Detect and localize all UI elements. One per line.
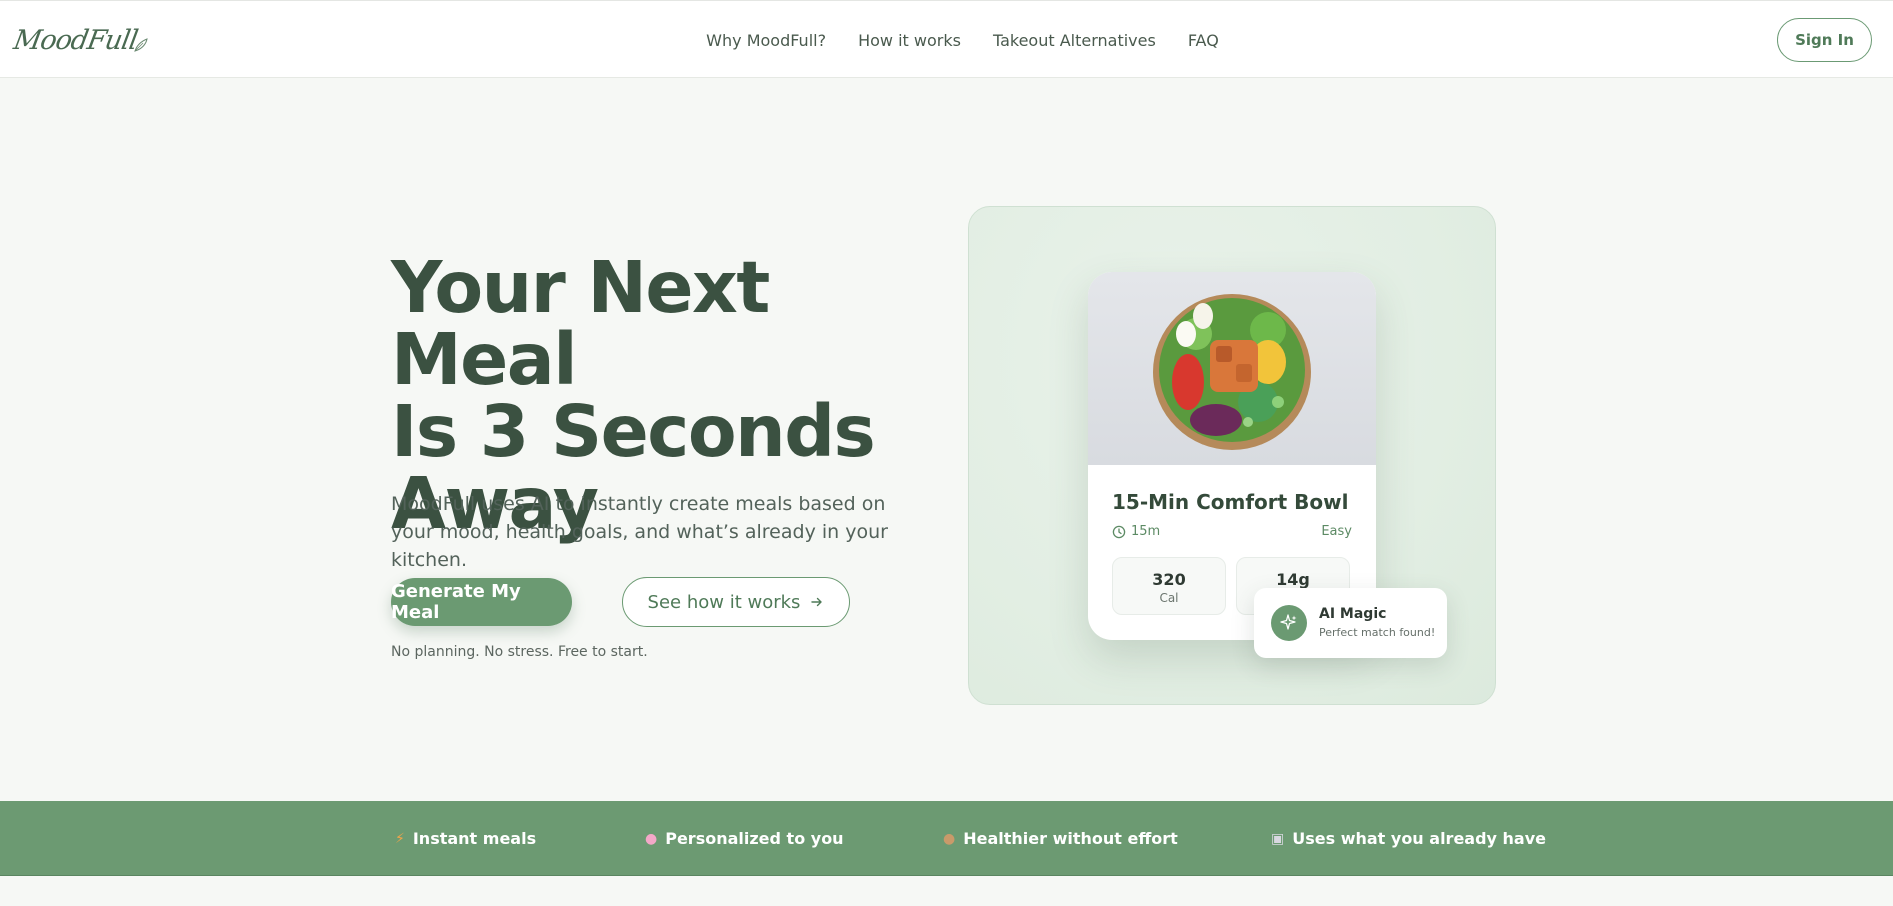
- fridge-icon: ▣: [1271, 830, 1285, 847]
- feature-label: Healthier without effort: [963, 829, 1178, 848]
- calories-value: 320: [1152, 570, 1186, 589]
- feature-personalized: ● Personalized to you: [645, 801, 844, 876]
- site-header: MoodFull Why MoodFull? How it works Take…: [0, 0, 1893, 78]
- meal-title: 15-Min Comfort Bowl: [1112, 490, 1349, 514]
- feature-label: Instant meals: [412, 829, 537, 848]
- meal-time-value: 15m: [1131, 524, 1161, 539]
- generate-meal-button[interactable]: Generate My Meal: [391, 578, 572, 626]
- feature-uses-what-you-have: ▣ Uses what you already have: [1271, 801, 1546, 876]
- sparkle-icon: [1271, 605, 1307, 641]
- clock-icon: [1112, 525, 1126, 538]
- features-strip: ⚡ Instant meals ● Personalized to you ● …: [0, 801, 1893, 876]
- ai-magic-badge: AI Magic Perfect match found!: [1254, 588, 1447, 658]
- feature-healthier: ● Healthier without effort: [943, 801, 1178, 876]
- see-how-it-works-button[interactable]: See how it works: [622, 577, 850, 627]
- salad-icon: ●: [943, 830, 956, 847]
- lightning-icon: ⚡: [395, 830, 405, 847]
- main-nav: Why MoodFull? How it works Takeout Alter…: [0, 1, 1893, 79]
- hero-note: No planning. No stress. Free to start.: [391, 644, 648, 660]
- feature-label: Uses what you already have: [1292, 829, 1547, 848]
- hero-subtitle: MoodFull uses AI to instantly create mea…: [391, 493, 888, 571]
- nav-why-moodfull[interactable]: Why MoodFull?: [706, 31, 826, 50]
- arrow-right-icon: [811, 597, 823, 607]
- meal-image: [1088, 272, 1376, 465]
- protein-value: 14g: [1276, 570, 1310, 589]
- nav-faq[interactable]: FAQ: [1188, 31, 1219, 50]
- see-how-it-works-label: See how it works: [647, 591, 801, 613]
- calories-label: Cal: [1159, 591, 1179, 605]
- brain-icon: ●: [645, 830, 658, 847]
- badge-subtitle: Perfect match found!: [1319, 626, 1436, 639]
- meal-card[interactable]: 15-Min Comfort Bowl 15m Easy 320 Cal 14g: [1088, 272, 1376, 640]
- nav-how-it-works[interactable]: How it works: [858, 31, 961, 50]
- badge-title: AI Magic: [1319, 606, 1387, 622]
- sign-in-button[interactable]: Sign In: [1777, 18, 1872, 62]
- meal-difficulty: Easy: [1321, 524, 1352, 539]
- calories-stat: 320 Cal: [1112, 557, 1226, 615]
- feature-label: Personalized to you: [665, 829, 844, 848]
- meal-time: 15m: [1112, 524, 1160, 539]
- nav-takeout-alternatives[interactable]: Takeout Alternatives: [993, 31, 1156, 50]
- feature-instant-meals: ⚡ Instant meals: [395, 801, 536, 876]
